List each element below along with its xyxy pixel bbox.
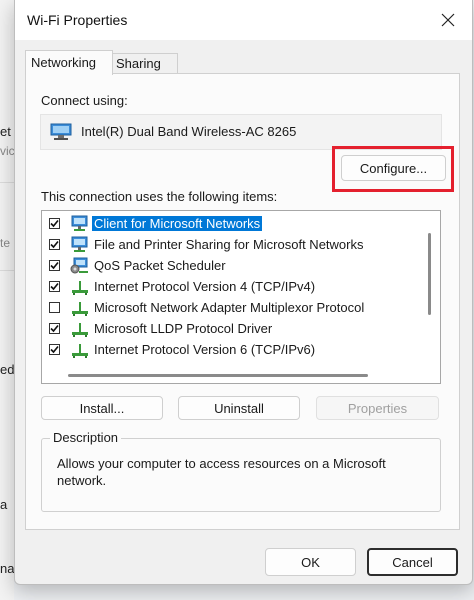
item-label: Client for Microsoft Networks — [92, 216, 263, 231]
list-item-client-for-microsoft-networks[interactable]: Client for Microsoft Networks — [42, 214, 424, 234]
adapter-field: Intel(R) Dual Band Wireless-AC 8265 — [40, 114, 442, 150]
network-client-icon — [71, 236, 88, 252]
components-list[interactable]: Client for Microsoft Networks File and P… — [41, 210, 441, 384]
description-title: Description — [50, 430, 122, 445]
item-label: File and Printer Sharing for Microsoft N… — [94, 237, 364, 252]
bg-text: a — [0, 497, 8, 512]
adapter-name: Intel(R) Dual Band Wireless-AC 8265 — [81, 124, 297, 139]
protocol-icon — [72, 281, 88, 295]
check-icon — [50, 345, 59, 354]
bg-text: ed — [0, 362, 15, 377]
description-group: Description Allows your computer to acce… — [41, 430, 441, 512]
check-icon — [50, 219, 59, 228]
wifi-properties-dialog: Wi-Fi Properties Networking Sharing Conn… — [14, 0, 473, 585]
item-checkbox[interactable] — [49, 218, 60, 229]
item-label: Internet Protocol Version 6 (TCP/IPv6) — [94, 342, 316, 357]
protocol-icon — [72, 323, 88, 337]
item-label: QoS Packet Scheduler — [94, 258, 226, 273]
bg-text: et — [0, 124, 11, 139]
connect-using-label: Connect using: — [41, 93, 128, 108]
item-checkbox[interactable] — [49, 323, 60, 334]
item-checkbox[interactable] — [49, 344, 60, 355]
check-icon — [50, 261, 59, 270]
list-item-tcp-ipv4[interactable]: Internet Protocol Version 4 (TCP/IPv4) — [42, 277, 424, 297]
list-item-lldp-protocol-driver[interactable]: Microsoft LLDP Protocol Driver — [42, 319, 424, 339]
item-checkbox[interactable] — [49, 260, 60, 271]
tab-sharing[interactable]: Sharing — [110, 53, 178, 74]
bg-divider — [0, 270, 14, 271]
properties-button[interactable]: Properties — [316, 396, 439, 420]
bg-text: vic — [0, 144, 15, 158]
tab-networking[interactable]: Networking — [25, 50, 113, 75]
title-bar: Wi-Fi Properties — [15, 0, 472, 40]
uninstall-button[interactable]: Uninstall — [178, 396, 300, 420]
configure-button[interactable]: Configure... — [341, 155, 446, 181]
list-item-file-and-printer-sharing[interactable]: File and Printer Sharing for Microsoft N… — [42, 235, 424, 255]
check-icon — [50, 282, 59, 291]
item-checkbox[interactable] — [49, 239, 60, 250]
network-service-icon — [70, 257, 88, 274]
bg-divider — [0, 182, 14, 183]
item-checkbox[interactable] — [49, 302, 60, 313]
description-text: Allows your computer to access resources… — [57, 456, 386, 488]
item-label: Microsoft Network Adapter Multiplexor Pr… — [94, 300, 365, 315]
dialog-title: Wi-Fi Properties — [27, 12, 128, 28]
vertical-scrollbar[interactable] — [428, 233, 431, 315]
background-window: et vic te ed a na — [0, 0, 15, 600]
list-item-multiplexor-protocol[interactable]: Microsoft Network Adapter Multiplexor Pr… — [42, 298, 424, 318]
item-label: Internet Protocol Version 4 (TCP/IPv4) — [94, 279, 316, 294]
item-label: Microsoft LLDP Protocol Driver — [94, 321, 273, 336]
items-label: This connection uses the following items… — [41, 189, 278, 204]
network-client-icon — [71, 215, 88, 231]
networking-panel: Connect using: Intel(R) Dual Band Wirele… — [25, 73, 460, 530]
close-button[interactable] — [432, 6, 464, 34]
bg-text: te — [0, 236, 11, 250]
cancel-button[interactable]: Cancel — [367, 548, 458, 576]
install-button[interactable]: Install... — [41, 396, 163, 420]
horizontal-scrollbar[interactable] — [68, 374, 368, 377]
list-item-qos-packet-scheduler[interactable]: QoS Packet Scheduler — [42, 256, 424, 276]
item-checkbox[interactable] — [49, 281, 60, 292]
protocol-icon — [72, 344, 88, 358]
protocol-icon — [72, 302, 88, 316]
network-adapter-icon — [50, 123, 72, 140]
close-icon — [441, 13, 455, 27]
list-item-tcp-ipv6[interactable]: Internet Protocol Version 6 (TCP/IPv6) — [42, 340, 424, 360]
check-icon — [50, 240, 59, 249]
check-icon — [50, 324, 59, 333]
bg-text: na — [0, 561, 15, 576]
ok-button[interactable]: OK — [265, 548, 356, 576]
